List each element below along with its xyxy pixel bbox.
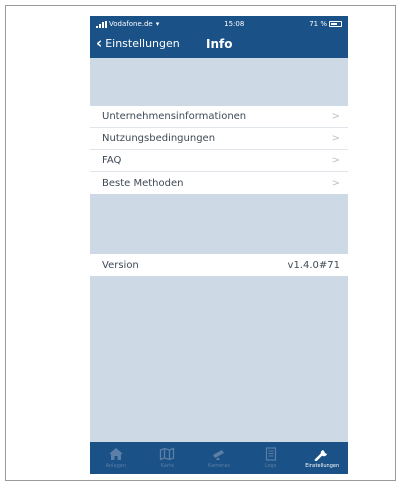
wrench-icon (314, 450, 328, 461)
tab-karte[interactable]: Karte (142, 447, 192, 469)
status-bar: Vodafone.de ▾ 15:08 71 % (90, 16, 348, 32)
signal-icon (96, 20, 107, 28)
menu-item-company-info[interactable]: Unternehmensinformationen > (90, 106, 348, 128)
menu-item-best-practices[interactable]: Beste Methoden > (90, 172, 348, 194)
chevron-right-icon: > (331, 177, 340, 189)
menu-item-terms[interactable]: Nutzungsbedingungen > (90, 128, 348, 150)
chevron-right-icon: > (331, 155, 340, 166)
back-button[interactable]: ‹ Einstellungen (96, 34, 180, 52)
tab-einstellungen[interactable]: Einstellungen (297, 447, 347, 469)
version-label: Version (102, 259, 139, 271)
menu-item-label: Unternehmensinformationen (102, 111, 247, 122)
home-icon (108, 448, 123, 460)
tab-bar: Anlagen Karte Kameras Logs Einstellungen (90, 442, 348, 474)
menu-item-faq[interactable]: FAQ > (90, 150, 348, 172)
tab-label: Kameras (208, 463, 230, 469)
navigation-bar: ‹ Einstellungen Info (90, 32, 348, 58)
chevron-right-icon: > (331, 133, 340, 144)
tab-anlagen[interactable]: Anlagen (91, 447, 141, 469)
tab-logs[interactable]: Logs (246, 447, 296, 469)
camera-icon (212, 450, 224, 460)
list-icon (265, 447, 276, 461)
tab-kameras[interactable]: Kameras (194, 447, 244, 469)
version-row: Version v1.4.0#71 (90, 254, 348, 276)
back-label: Einstellungen (105, 36, 180, 50)
chevron-right-icon: > (331, 111, 340, 122)
menu-item-label: Beste Methoden (102, 177, 184, 189)
phone-screen: Vodafone.de ▾ 15:08 71 % ‹ Einstellungen… (90, 16, 348, 474)
menu-item-label: FAQ (102, 155, 122, 166)
tab-label: Anlagen (105, 463, 127, 469)
carrier-name: Vodafone.de (109, 20, 153, 28)
wifi-icon: ▾ (155, 20, 160, 28)
tab-label: Karte (160, 463, 175, 469)
carrier-info: Vodafone.de ▾ (96, 20, 159, 28)
tab-label: Einstellungen (305, 463, 340, 469)
map-icon (160, 447, 175, 461)
menu-item-label: Nutzungsbedingungen (102, 133, 216, 144)
tab-label: Logs (264, 463, 277, 469)
clock: 15:08 (224, 20, 245, 28)
battery-icon (328, 21, 342, 27)
section-spacer (90, 58, 348, 106)
info-menu-list: Unternehmensinformationen > Nutzungsbedi… (90, 106, 348, 194)
battery-indicator: 71 % (309, 20, 342, 28)
version-value: v1.4.0#71 (287, 259, 340, 271)
chevron-left-icon: ‹ (96, 34, 103, 52)
battery-percent: 71 % (309, 20, 327, 28)
page-title: Info (206, 37, 233, 51)
